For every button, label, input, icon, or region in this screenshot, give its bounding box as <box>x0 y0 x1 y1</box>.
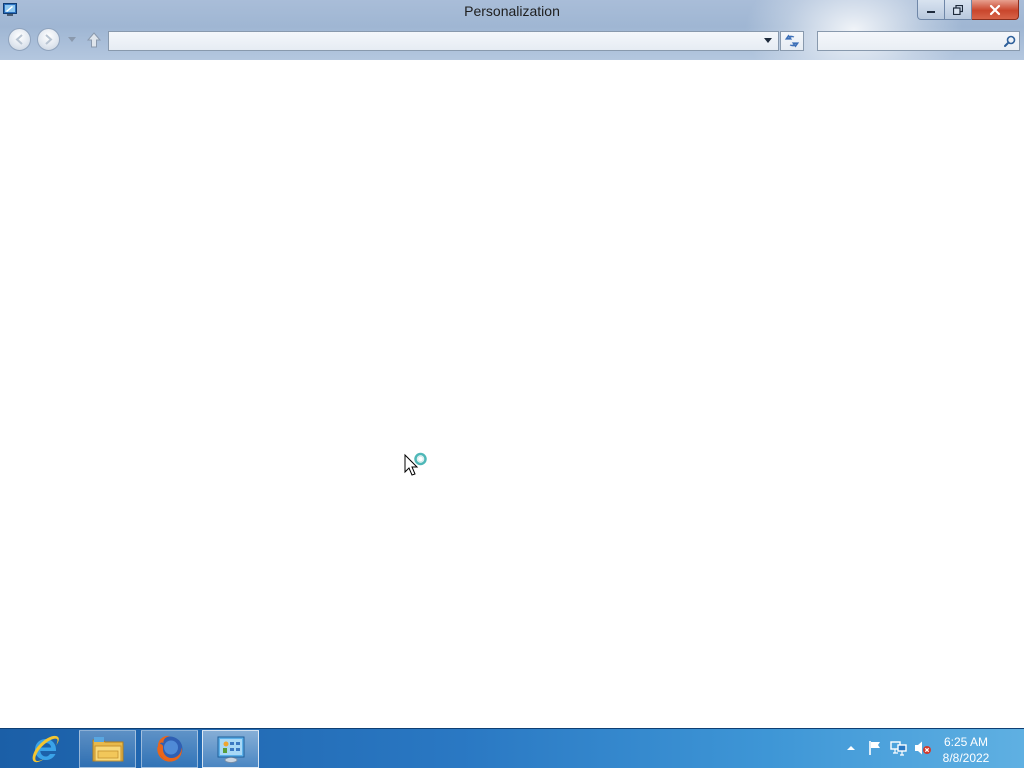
search-input[interactable] <box>818 32 1001 50</box>
control-panel-icon <box>217 736 244 763</box>
volume-muted-icon <box>915 741 931 755</box>
up-arrow-icon[interactable] <box>86 32 102 48</box>
minimize-icon <box>927 10 935 13</box>
action-center-flag-icon <box>869 741 880 755</box>
clock-date: 8/8/2022 <box>942 751 990 765</box>
close-icon <box>989 4 1001 15</box>
window-title: Personalization <box>464 3 560 19</box>
taskbar-control-panel[interactable] <box>202 730 259 768</box>
taskbar-internet-explorer[interactable] <box>17 730 74 768</box>
close-button[interactable] <box>972 0 1019 20</box>
taskbar-firefox[interactable] <box>141 730 198 768</box>
taskbar: 6:25 AM 8/8/2022 <box>0 728 1024 768</box>
forward-arrow-icon <box>45 34 53 45</box>
show-hidden-icons-button[interactable] <box>842 739 860 757</box>
window-content <box>0 60 1024 728</box>
restore-icon <box>953 4 963 15</box>
file-explorer-icon <box>92 737 123 762</box>
refresh-icon <box>784 34 800 48</box>
network-icon <box>890 741 907 756</box>
back-button[interactable] <box>8 28 31 51</box>
show-hidden-icons-icon <box>847 746 855 750</box>
title-bar[interactable]: Personalization <box>0 0 1024 60</box>
taskbar-file-explorer[interactable] <box>79 730 136 768</box>
refresh-button[interactable] <box>780 31 804 51</box>
action-center-button[interactable] <box>866 739 884 757</box>
address-dropdown-icon[interactable] <box>763 38 773 44</box>
clock-time: 6:25 AM <box>943 735 989 749</box>
busy-cursor-icon <box>404 452 427 476</box>
caption-buttons <box>917 0 1019 20</box>
firefox-icon <box>156 735 182 762</box>
search-icon[interactable] <box>1001 32 1019 50</box>
search-box[interactable] <box>817 31 1020 51</box>
back-arrow-icon <box>15 34 23 45</box>
volume-button[interactable] <box>914 739 932 757</box>
address-bar[interactable] <box>108 31 779 51</box>
taskbar-clock[interactable]: 6:25 AM 8/8/2022 <box>934 734 998 766</box>
minimize-button[interactable] <box>917 0 945 20</box>
forward-button[interactable] <box>37 28 60 51</box>
restore-button[interactable] <box>945 0 972 20</box>
internet-explorer-icon <box>32 735 59 763</box>
recent-locations-dropdown-icon[interactable] <box>68 37 76 42</box>
network-button[interactable] <box>890 739 908 757</box>
